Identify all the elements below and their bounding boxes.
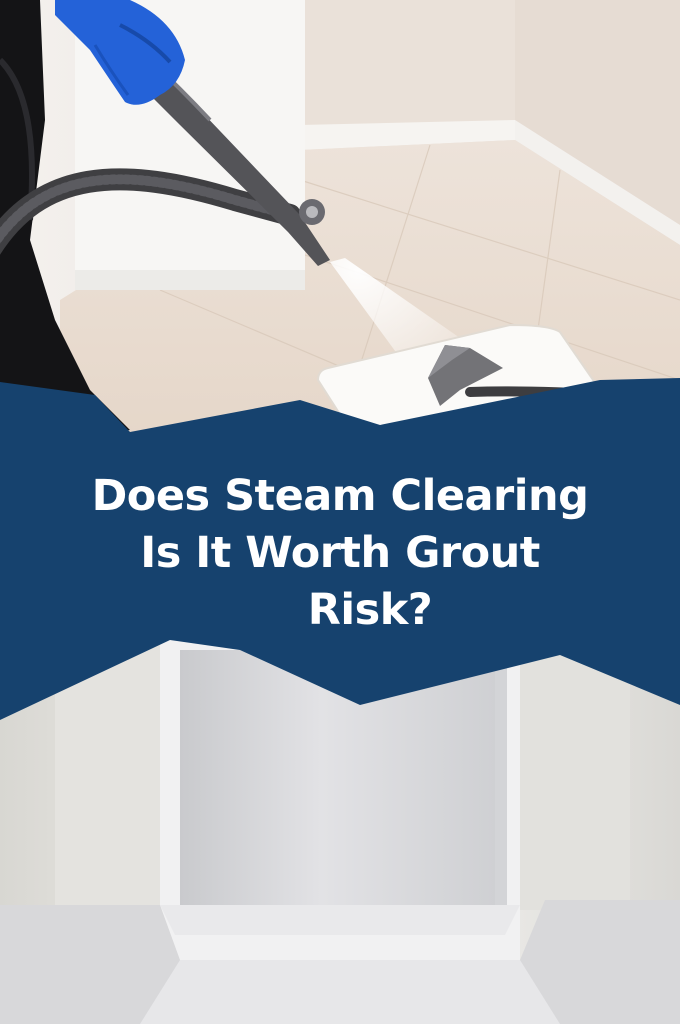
headline-line-3: Risk?: [307, 585, 433, 635]
headline-line-2: Is It Worth Grout: [140, 528, 540, 578]
appliance-icon: [0, 640, 680, 1024]
poster: Does Steam Clearing Is It Worth Grout Ri…: [0, 0, 680, 1024]
headline: Does Steam Clearing Is It Worth Grout Ri…: [40, 468, 640, 639]
headline-line-1: Does Steam Clearing: [91, 471, 589, 521]
